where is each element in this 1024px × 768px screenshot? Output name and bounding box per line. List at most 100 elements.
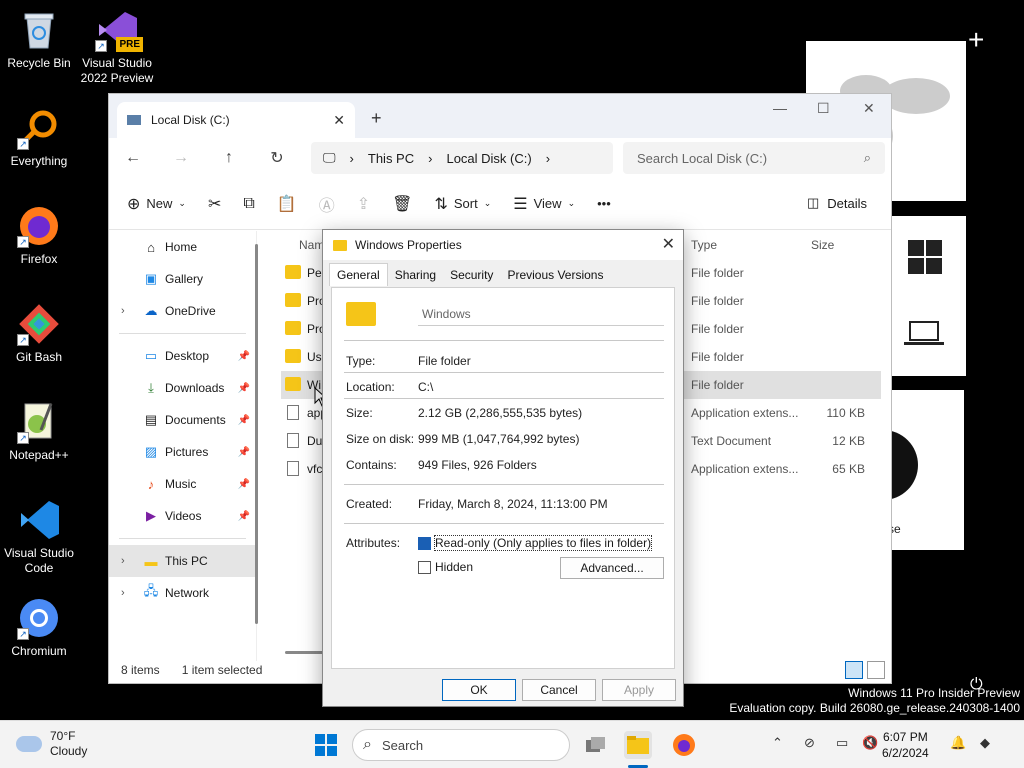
vscode-icon <box>17 498 61 542</box>
close-tab-icon[interactable]: ✕ <box>333 112 345 129</box>
sidebar-item-gallery[interactable]: ▣ Gallery <box>109 263 256 295</box>
ok-button[interactable]: OK <box>442 679 516 701</box>
weather-widget[interactable]: 70°F Cloudy <box>16 729 87 759</box>
breadcrumb-local-disk[interactable]: Local Disk (C:) <box>446 151 531 166</box>
task-view-button[interactable] <box>582 731 610 759</box>
sidebar-item-this-pc[interactable]: › ▬ This PC <box>109 545 256 577</box>
paste-button[interactable]: 📋 <box>277 194 297 214</box>
sidebar-item-music[interactable]: ♪ Music 📌 <box>109 468 256 500</box>
folder-icon <box>285 293 301 307</box>
column-header-name[interactable]: Nam <box>299 238 324 252</box>
network-off-icon[interactable]: ⊘ <box>804 735 815 751</box>
pin-icon[interactable]: 📌 <box>238 351 250 362</box>
desktop-icon-everything[interactable]: ↗ Everything <box>0 106 78 169</box>
checkbox-icon[interactable] <box>418 560 431 574</box>
watermark-line-2: Evaluation copy. Build 26080.ge_release.… <box>729 701 1020 715</box>
chevron-right-icon[interactable]: › <box>121 587 125 599</box>
refresh-button[interactable]: ↻ <box>253 148 301 168</box>
new-tab-button[interactable]: + <box>371 108 382 129</box>
copy-button[interactable]: ⧉ <box>243 195 254 213</box>
delete-button[interactable]: 🗑 <box>392 194 412 214</box>
tab-sharing[interactable]: Sharing <box>388 264 443 286</box>
sidebar-item-home[interactable]: ⌂ Home <box>109 231 256 263</box>
close-window-button[interactable]: ✕ <box>863 100 875 117</box>
pin-icon[interactable]: 📌 <box>238 479 250 490</box>
share-button[interactable]: ⇪ <box>357 194 370 214</box>
copilot-icon[interactable]: ◆ <box>980 735 990 751</box>
add-icon[interactable]: + <box>968 26 984 54</box>
taskbar-file-explorer[interactable] <box>624 731 652 759</box>
tab-local-disk[interactable]: Local Disk (C:) ✕ <box>117 102 355 138</box>
up-button[interactable]: ↑ <box>205 149 253 167</box>
pin-icon[interactable]: 📌 <box>238 511 250 522</box>
tiles-view-button[interactable] <box>867 661 885 679</box>
close-dialog-button[interactable]: ✕ <box>662 234 675 254</box>
minimize-button[interactable]: — <box>773 100 787 116</box>
clock[interactable]: 6:07 PM 6/2/2024 <box>882 729 929 761</box>
pin-icon[interactable]: 📌 <box>238 447 250 458</box>
sidebar-item-network[interactable]: › 🖧 Network <box>109 577 256 609</box>
search-input[interactable]: Search Local Disk (C:) ⌕ <box>623 142 885 174</box>
start-button[interactable] <box>312 731 340 759</box>
volume-muted-icon[interactable]: 🔇 <box>862 735 878 751</box>
tab-security[interactable]: Security <box>443 264 500 286</box>
size-on-disk-label: Size on disk: <box>346 432 415 446</box>
chevron-right-icon[interactable]: › <box>121 305 125 317</box>
advanced-button[interactable]: Advanced... <box>560 557 664 579</box>
column-header-type[interactable]: Type <box>691 238 717 252</box>
view-button[interactable]: ☰ View ⌄ <box>513 194 575 214</box>
sidebar-item-downloads[interactable]: ⤓ Downloads 📌 <box>109 372 256 404</box>
tab-general[interactable]: General <box>329 263 388 286</box>
desktop-icon-notepad-plus-plus[interactable]: ↗ Notepad++ <box>0 400 78 463</box>
checkbox-indeterminate-icon[interactable] <box>418 536 431 550</box>
chevron-right-icon[interactable]: › <box>121 555 125 567</box>
sidebar-item-videos[interactable]: ▶ Videos 📌 <box>109 500 256 532</box>
desktop-icon-chromium[interactable]: ↗ Chromium <box>0 596 78 659</box>
desktop-icon-visual-studio[interactable]: PRE ↗ Visual Studio 2022 Preview <box>78 8 156 86</box>
cut-button[interactable]: ✂ <box>208 194 221 214</box>
details-pane-button[interactable]: ◫ Details <box>807 195 867 211</box>
folder-name-field[interactable]: Windows <box>418 302 664 326</box>
download-icon: ⤓ <box>148 380 154 395</box>
cancel-button[interactable]: Cancel <box>522 679 596 701</box>
hidden-checkbox[interactable]: Hidden <box>418 560 473 574</box>
details-view-button[interactable] <box>845 661 863 679</box>
taskbar-search[interactable]: ⌕ Search <box>352 729 570 761</box>
file-size: 65 KB <box>832 462 865 476</box>
back-button[interactable]: ← <box>109 149 157 167</box>
readonly-checkbox[interactable]: Read-only (Only applies to files in fold… <box>418 535 653 551</box>
share-icon: ⇪ <box>356 195 371 213</box>
sidebar-item-pictures[interactable]: ▨ Pictures 📌 <box>109 436 256 468</box>
desktop-icon-recycle-bin[interactable]: Recycle Bin <box>0 8 78 71</box>
sidebar-item-documents[interactable]: ▤ Documents 📌 <box>109 404 256 436</box>
chevron-up-icon[interactable]: ⌃ <box>772 735 783 751</box>
breadcrumb-this-pc[interactable]: This PC <box>368 151 414 166</box>
horizontal-scrollbar[interactable] <box>285 651 325 654</box>
taskbar-firefox[interactable] <box>670 731 698 759</box>
address-bar[interactable]: 🖵 › This PC › Local Disk (C:) › <box>311 142 613 174</box>
forward-button[interactable]: → <box>157 149 205 167</box>
desktop-icon-label: Visual Studio 2022 Preview <box>80 56 154 85</box>
column-header-size[interactable]: Size <box>811 238 834 252</box>
new-button[interactable]: ⊕ New ⌄ <box>127 194 186 214</box>
pin-icon[interactable]: 📌 <box>238 383 250 394</box>
tab-previous-versions[interactable]: Previous Versions <box>500 264 610 286</box>
desktop-icon-vscode[interactable]: Visual Studio Code <box>0 498 78 576</box>
file-explorer-icon <box>627 736 649 754</box>
apply-button[interactable]: Apply <box>602 679 676 701</box>
more-options-button[interactable]: ••• <box>597 196 611 211</box>
pin-icon[interactable]: 📌 <box>238 415 250 426</box>
desktop-icon-label: Chromium <box>11 644 67 658</box>
maximize-button[interactable]: ☐ <box>817 100 830 117</box>
folder-icon <box>346 302 376 326</box>
desktop-icon-git-bash[interactable]: ↗ Git Bash <box>0 302 78 365</box>
rename-button[interactable]: Ⓐ <box>319 192 335 216</box>
home-icon: ⌂ <box>147 239 155 255</box>
sidebar-item-desktop[interactable]: ▭ Desktop 📌 <box>109 340 256 372</box>
sort-button[interactable]: ⇅ Sort ⌄ <box>434 194 491 214</box>
notification-bell-icon[interactable]: 🔔 <box>950 735 966 751</box>
display-icon[interactable]: ▭ <box>836 735 848 751</box>
desktop-icon-firefox[interactable]: ↗ Firefox <box>0 204 78 267</box>
sidebar-item-onedrive[interactable]: › ☁ OneDrive <box>109 295 256 327</box>
sidebar-scrollbar[interactable] <box>255 244 258 624</box>
